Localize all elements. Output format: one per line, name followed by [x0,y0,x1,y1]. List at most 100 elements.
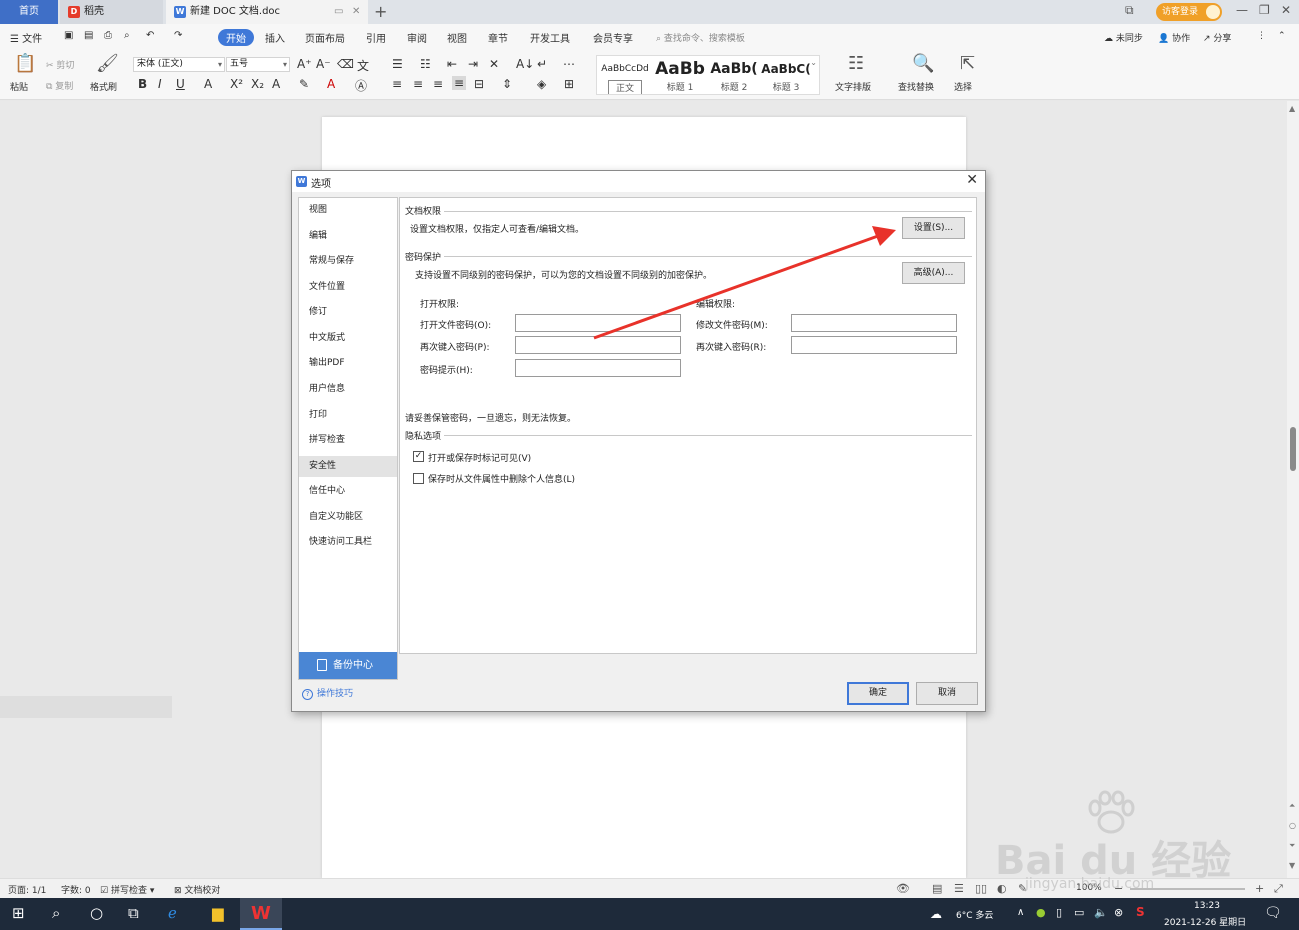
style-heading-2[interactable]: AaBb( 标题 2 [707,58,761,94]
weather-icon[interactable]: ☁ [930,907,942,921]
share-button[interactable]: ↗ 分享 [1203,31,1231,44]
pin-icon[interactable]: ▭ [334,0,343,24]
highlight-icon[interactable]: ✎ [299,77,309,91]
shrink-font-icon[interactable]: A⁻ [316,57,331,71]
action-center-icon[interactable]: 🗨 [1264,905,1282,921]
spell-check-toggle[interactable]: ☑ 拼写检查 ▾ [100,883,154,896]
collapse-ribbon-icon[interactable]: ⌃ [1278,31,1286,41]
ie-browser-icon[interactable]: ℯ [168,904,177,922]
text-layout-icon[interactable]: ☷ [848,53,864,74]
tab-leader-icon[interactable]: ⋯ [563,57,575,71]
save-icon[interactable]: ▣ [64,30,73,41]
distribute-icon[interactable]: ⊟ [474,77,484,91]
weather-text[interactable]: 6°C 多云 [956,908,993,921]
nav-spell-check[interactable]: 拼写检查 [299,430,397,451]
page-count[interactable]: 页面: 1/1 [8,883,46,896]
dialog-titlebar[interactable]: W 选项 ✕ [292,171,985,192]
numbering-icon[interactable]: ☷ [420,57,431,71]
tips-link[interactable]: ? 操作技巧 [302,686,353,700]
find-replace-icon[interactable]: 🔍 [912,53,934,74]
shading-icon[interactable]: ◈ [537,77,546,91]
align-center-icon[interactable]: ≡ [413,77,423,91]
nav-security[interactable]: 安全性 [299,456,397,477]
gallery-more-icon[interactable]: ⌄ [810,58,817,67]
format-painter-button[interactable]: 格式刷 [90,80,117,93]
menu-start[interactable]: 开始 [218,29,254,46]
menu-page-layout[interactable]: 页面布局 [305,30,345,45]
select-button[interactable]: 选择 [954,80,972,93]
nav-quick-access[interactable]: 快速访问工具栏 [299,532,397,553]
menu-insert[interactable]: 插入 [265,30,285,45]
file-explorer-icon[interactable]: ▆ [212,904,224,922]
advanced-button[interactable]: 高级(A)... [902,262,965,284]
nav-view[interactable]: 视图 [299,200,397,221]
remove-personal-info-checkbox[interactable] [413,473,424,484]
subscript-icon[interactable]: X₂ [251,77,264,91]
undo-icon[interactable]: ↶ [146,30,154,41]
edit-again-input[interactable] [791,336,957,354]
italic-icon[interactable]: I [158,77,162,91]
underline-icon[interactable]: U [176,77,185,91]
scroll-page-down-icon[interactable]: ⏷ [1289,841,1295,851]
network-icon[interactable]: ▭ [1074,906,1084,919]
text-effect-icon[interactable]: A [272,77,280,91]
open-pwd-input[interactable] [515,314,681,332]
line-spacing-icon[interactable]: ⇕ [502,77,512,91]
scroll-thumb[interactable] [1290,427,1296,471]
doc-proof-button[interactable]: ⊠ 文档校对 [174,883,220,896]
mark-visible-checkbox[interactable]: ✓ [413,451,424,462]
web-view-icon[interactable]: ◐ [997,882,1007,895]
paste-icon[interactable]: 📋 [14,53,36,74]
superscript-icon[interactable]: X² [230,77,243,91]
char-border-icon[interactable]: Ⓐ [355,77,367,94]
font-name-select[interactable]: 宋体 (正文) ▾ [133,57,225,72]
scroll-down-icon[interactable]: ▼ [1289,861,1295,870]
more-icon[interactable]: ⋮ [1257,31,1266,41]
edit-pwd-input[interactable] [791,314,957,332]
font-size-select[interactable]: 五号 ▾ [226,57,290,72]
nav-chinese-layout[interactable]: 中文版式 [299,328,397,349]
tab-close-icon[interactable]: ✕ [352,0,360,24]
phonetic-icon[interactable]: 文 [357,57,369,74]
sync-button[interactable]: ☁ 未同步 [1104,31,1143,44]
clock-date[interactable]: 2021-12-26 星期日 [1164,915,1246,928]
scroll-page-up-icon[interactable]: ⏶ [1289,801,1295,811]
menu-chapter[interactable]: 章节 [488,30,508,45]
cortana-icon[interactable]: ○ [90,904,103,922]
nav-file-location[interactable]: 文件位置 [299,277,397,298]
zoom-in-icon[interactable]: + [1255,882,1264,895]
strikethrough-icon[interactable]: A [204,77,212,91]
paragraph-mark-icon[interactable]: ↵ [537,57,547,71]
ok-button[interactable]: 确定 [847,682,909,705]
nav-customize-ribbon[interactable]: 自定义功能区 [299,507,397,528]
borders-icon[interactable]: ⊞ [564,77,574,91]
copy-button[interactable]: ⧉ 复制 [46,79,73,92]
minimize-icon[interactable]: — [1236,3,1248,17]
nav-general-save[interactable]: 常规与保存 [299,251,397,272]
menu-view[interactable]: 视图 [447,30,467,45]
menu-member[interactable]: 会员专享 [593,30,633,45]
tab-docer[interactable]: D 稻壳 [60,0,163,24]
zoom-level[interactable]: 100% [1076,883,1102,893]
justify-icon[interactable]: ≡ [452,76,467,90]
hint-input[interactable] [515,359,681,377]
zoom-slider[interactable] [1130,888,1245,890]
menu-references[interactable]: 引用 [366,30,386,45]
window-close-icon[interactable]: ✕ [1281,3,1291,17]
doc-perm-settings-button[interactable]: 设置(S)... [902,217,965,239]
sort-icon[interactable]: A↓ [516,57,534,71]
style-normal[interactable]: AaBbCcDd 正文 [598,58,652,94]
login-button[interactable]: 访客登录 [1156,3,1222,21]
find-replace-button[interactable]: 查找替换 [898,80,934,93]
restore-icon[interactable]: ❐ [1259,3,1270,17]
tray-expand-icon[interactable]: ∧ [1017,907,1024,918]
collab-button[interactable]: 👤 协作 [1158,31,1190,44]
write-view-icon[interactable]: ✎ [1018,882,1027,895]
preview-icon[interactable]: ⌕ [124,30,130,41]
bold-icon[interactable]: B [138,77,147,91]
style-heading-1[interactable]: AaBb 标题 1 [653,58,707,94]
file-menu[interactable]: ☰ 文件 [10,30,42,45]
format-painter-icon[interactable]: 🖌 [96,53,119,74]
font-color-icon[interactable]: A [327,77,335,91]
tray-app-icon[interactable]: ● [1036,906,1046,919]
